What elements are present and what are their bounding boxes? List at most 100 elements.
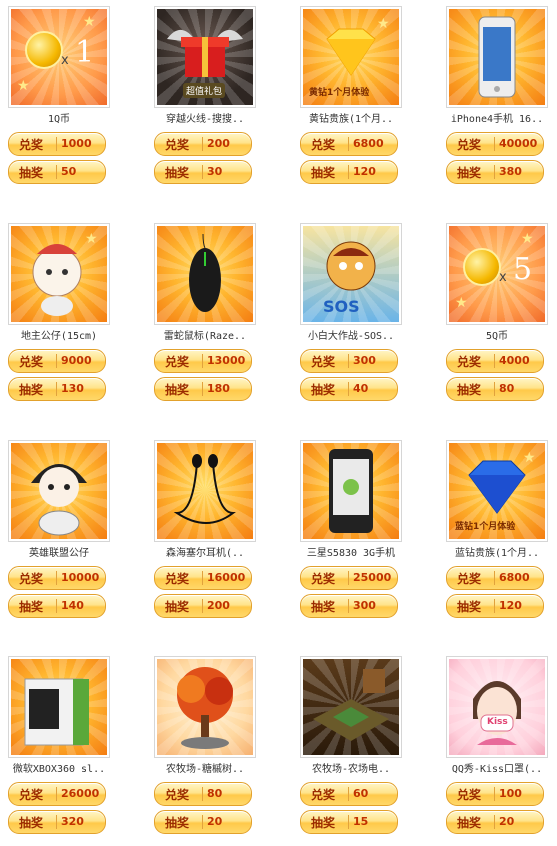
draw-button[interactable]: 抽奖 320 xyxy=(8,810,106,834)
prize-thumbnail[interactable]: ★ xyxy=(8,223,110,325)
prize-name[interactable]: 5Q币 xyxy=(446,327,548,342)
exchange-button[interactable]: 兑奖 40000 xyxy=(446,132,544,156)
draw-label: 抽奖 xyxy=(19,816,44,830)
exchange-button[interactable]: 兑奖 80 xyxy=(154,782,252,806)
prize-thumbnail[interactable] xyxy=(154,440,256,542)
exchange-label: 兑奖 xyxy=(19,138,44,152)
exchange-button[interactable]: 兑奖 9000 xyxy=(8,349,106,373)
draw-button[interactable]: 抽奖 130 xyxy=(8,377,106,401)
landlord-doll-icon xyxy=(32,244,82,316)
exchange-cost: 26000 xyxy=(61,787,100,800)
draw-cost: 320 xyxy=(61,815,84,828)
prize-name[interactable]: 三星S5830 3G手机 xyxy=(300,544,402,559)
exchange-label: 兑奖 xyxy=(165,788,190,802)
prize-name[interactable]: iPhone4手机 16.. xyxy=(446,110,548,125)
badge-text: 超值礼包 xyxy=(183,83,226,98)
game-character-icon: SOS xyxy=(323,241,376,316)
exchange-cost: 6800 xyxy=(353,137,384,150)
exchange-label: 兑奖 xyxy=(311,355,336,369)
draw-button[interactable]: 抽奖 380 xyxy=(446,160,544,184)
draw-button[interactable]: 抽奖 30 xyxy=(154,160,252,184)
draw-label: 抽奖 xyxy=(311,383,336,397)
exchange-cost: 60 xyxy=(353,787,369,800)
prize-thumbnail[interactable]: ★ 蓝钻1个月体验 xyxy=(446,440,548,542)
exchange-cost: 300 xyxy=(353,354,376,367)
exchange-button[interactable]: 兑奖 200 xyxy=(154,132,252,156)
exchange-button[interactable]: 兑奖 60 xyxy=(300,782,398,806)
hero-doll-icon xyxy=(31,464,87,536)
prize-thumbnail[interactable] xyxy=(300,656,402,758)
exchange-cost: 200 xyxy=(207,137,230,150)
prize-thumbnail[interactable] xyxy=(154,656,256,758)
exchange-label: 兑奖 xyxy=(19,355,44,369)
prize-name[interactable]: 小白大作战-SOS.. xyxy=(300,327,402,342)
prize-item: 超值礼包 穿越火线-搜搜.. 兑奖 200 抽奖 30 xyxy=(154,6,300,196)
exchange-button[interactable]: 兑奖 1000 xyxy=(8,132,106,156)
draw-label: 抽奖 xyxy=(311,166,336,180)
draw-cost: 50 xyxy=(61,165,77,178)
exchange-button[interactable]: 兑奖 100 xyxy=(446,782,544,806)
exchange-cost: 13000 xyxy=(207,354,246,367)
prize-name[interactable]: 1Q币 xyxy=(8,110,110,125)
avatar-mask-icon xyxy=(473,681,521,745)
exchange-label: 兑奖 xyxy=(165,355,190,369)
maple-tree-icon xyxy=(177,667,233,749)
prize-name[interactable]: 微软XBOX360 sl.. xyxy=(8,760,110,775)
prize-thumbnail[interactable]: Kiss xyxy=(446,656,548,758)
prize-name[interactable]: 农牧场-糖槭树.. xyxy=(154,760,256,775)
prize-name[interactable]: 雷蛇鼠标(Raze.. xyxy=(154,327,256,342)
prize-thumbnail[interactable]: 超值礼包 xyxy=(154,6,256,108)
exchange-button[interactable]: 兑奖 13000 xyxy=(154,349,252,373)
draw-button[interactable]: 抽奖 120 xyxy=(300,160,398,184)
prize-grid: ★ ★ x 1 1Q币 兑奖 1000 抽奖 50 超值礼包 穿越火线-搜搜..… xyxy=(0,0,557,843)
exchange-button[interactable]: 兑奖 10000 xyxy=(8,566,106,590)
draw-button[interactable]: 抽奖 50 xyxy=(8,160,106,184)
draw-label: 抽奖 xyxy=(457,816,482,830)
exchange-cost: 9000 xyxy=(61,354,92,367)
badge-text: 蓝钻1个月体验 xyxy=(455,522,516,532)
draw-button[interactable]: 抽奖 140 xyxy=(8,594,106,618)
draw-cost: 300 xyxy=(353,599,376,612)
prize-thumbnail[interactable] xyxy=(8,656,110,758)
prize-thumbnail[interactable] xyxy=(446,6,548,108)
prize-thumbnail[interactable]: ★ ★ x 1 xyxy=(8,6,110,108)
prize-name[interactable]: QQ秀-Kiss口罩(.. xyxy=(446,760,548,775)
draw-cost: 80 xyxy=(499,382,515,395)
exchange-button[interactable]: 兑奖 6800 xyxy=(446,566,544,590)
draw-button[interactable]: 抽奖 80 xyxy=(446,377,544,401)
draw-button[interactable]: 抽奖 300 xyxy=(300,594,398,618)
prize-name[interactable]: 蓝钻贵族(1个月.. xyxy=(446,544,548,559)
prize-name[interactable]: 地主公仔(15cm) xyxy=(8,327,110,342)
draw-button[interactable]: 抽奖 20 xyxy=(446,810,544,834)
prize-thumbnail[interactable]: ★ 黄钻1个月体验 xyxy=(300,6,402,108)
prize-thumbnail[interactable]: ★ ★ x 5 xyxy=(446,223,548,325)
draw-button[interactable]: 抽奖 120 xyxy=(446,594,544,618)
prize-name[interactable]: 英雄联盟公仔 xyxy=(8,544,110,559)
exchange-label: 兑奖 xyxy=(165,138,190,152)
prize-name[interactable]: 农牧场-农场电.. xyxy=(300,760,402,775)
exchange-button[interactable]: 兑奖 26000 xyxy=(8,782,106,806)
draw-button[interactable]: 抽奖 200 xyxy=(154,594,252,618)
draw-button[interactable]: 抽奖 15 xyxy=(300,810,398,834)
prize-thumbnail[interactable] xyxy=(154,223,256,325)
mouse-icon xyxy=(189,233,221,312)
prize-thumbnail[interactable] xyxy=(8,440,110,542)
prize-name[interactable]: 穿越火线-搜搜.. xyxy=(154,110,256,125)
prize-name[interactable]: 森海塞尔耳机(.. xyxy=(154,544,256,559)
draw-button[interactable]: 抽奖 40 xyxy=(300,377,398,401)
draw-button[interactable]: 抽奖 20 xyxy=(154,810,252,834)
prize-name[interactable]: 黄钻贵族(1个月.. xyxy=(300,110,402,125)
draw-button[interactable]: 抽奖 180 xyxy=(154,377,252,401)
prize-item: 三星S5830 3G手机 兑奖 25000 抽奖 300 xyxy=(300,440,446,630)
multiplier-text: x xyxy=(61,53,69,68)
exchange-cost: 80 xyxy=(207,787,223,800)
prize-thumbnail[interactable]: SOS xyxy=(300,223,402,325)
exchange-button[interactable]: 兑奖 16000 xyxy=(154,566,252,590)
draw-cost: 20 xyxy=(207,815,223,828)
exchange-button[interactable]: 兑奖 4000 xyxy=(446,349,544,373)
exchange-button[interactable]: 兑奖 6800 xyxy=(300,132,398,156)
exchange-button[interactable]: 兑奖 300 xyxy=(300,349,398,373)
exchange-button[interactable]: 兑奖 25000 xyxy=(300,566,398,590)
prize-thumbnail[interactable] xyxy=(300,440,402,542)
draw-label: 抽奖 xyxy=(165,166,190,180)
